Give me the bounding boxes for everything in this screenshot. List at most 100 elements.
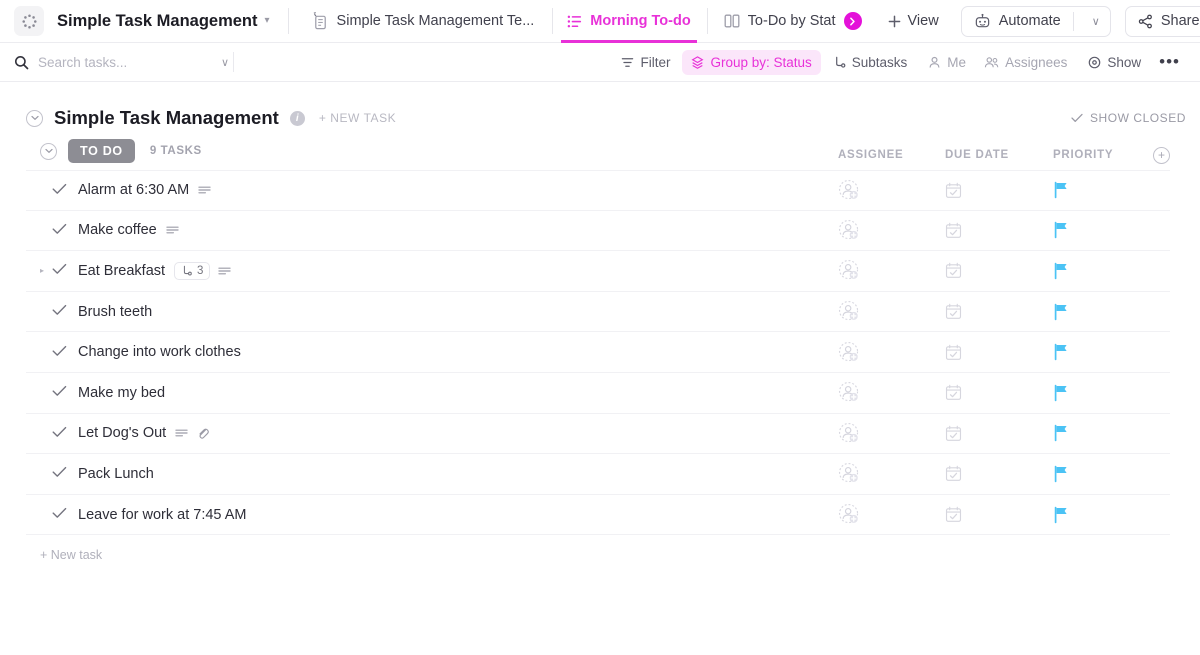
table-row[interactable]: Leave for work at 7:45 AM bbox=[26, 494, 1170, 536]
table-row[interactable]: Make my bed bbox=[26, 372, 1170, 414]
cell-due-date[interactable] bbox=[945, 425, 1053, 442]
new-task-button[interactable]: + NEW TASK bbox=[319, 111, 396, 125]
expand-subtasks-icon[interactable]: ▸ bbox=[40, 266, 52, 275]
check-icon bbox=[52, 386, 67, 397]
cell-priority[interactable] bbox=[1053, 424, 1153, 442]
board-view-icon bbox=[724, 14, 740, 28]
info-icon[interactable]: i bbox=[289, 110, 305, 126]
flag-icon bbox=[1054, 262, 1067, 280]
task-cells bbox=[838, 422, 1170, 445]
task-complete-checkbox[interactable] bbox=[52, 344, 78, 361]
task-name[interactable]: Make my bed bbox=[78, 385, 165, 401]
cell-assignee[interactable] bbox=[838, 300, 945, 323]
cell-due-date[interactable] bbox=[945, 262, 1053, 279]
task-name[interactable]: Let Dog's Out bbox=[78, 425, 166, 441]
table-row[interactable]: Let Dog's Out bbox=[26, 413, 1170, 455]
automate-caret-icon[interactable]: ∨ bbox=[1082, 15, 1110, 28]
tab-morning-to-do[interactable]: Morning To-do bbox=[557, 0, 700, 43]
page-title: Simple Task Management bbox=[54, 107, 279, 128]
cell-priority[interactable] bbox=[1053, 343, 1153, 361]
subtasks-button[interactable]: Subtasks bbox=[824, 50, 917, 75]
task-name[interactable]: Eat Breakfast bbox=[78, 263, 165, 279]
cell-priority[interactable] bbox=[1053, 384, 1153, 402]
show-button[interactable]: Show bbox=[1079, 50, 1150, 75]
task-complete-checkbox[interactable] bbox=[52, 222, 78, 239]
group-by-button[interactable]: Group by: Status bbox=[682, 49, 821, 75]
search-container[interactable]: ∨ bbox=[14, 54, 229, 70]
cell-assignee[interactable] bbox=[838, 462, 945, 485]
collapse-group-button[interactable] bbox=[40, 142, 57, 160]
task-complete-checkbox[interactable] bbox=[52, 506, 78, 523]
column-header-assignee[interactable]: ASSIGNEE bbox=[838, 149, 945, 161]
cell-priority[interactable] bbox=[1053, 303, 1153, 321]
task-name[interactable]: Change into work clothes bbox=[78, 344, 241, 360]
cell-due-date[interactable] bbox=[945, 465, 1053, 482]
cell-due-date[interactable] bbox=[945, 303, 1053, 320]
cell-priority[interactable] bbox=[1053, 181, 1153, 199]
add-assignee-icon bbox=[838, 179, 859, 199]
task-name[interactable]: Alarm at 6:30 AM bbox=[78, 182, 189, 198]
show-closed-button[interactable]: SHOW CLOSED bbox=[1071, 111, 1186, 125]
task-complete-checkbox[interactable] bbox=[52, 425, 78, 442]
collapse-list-button[interactable] bbox=[26, 109, 43, 127]
space-caret-icon[interactable]: ▾ bbox=[265, 16, 270, 26]
tab-label: Morning To-do bbox=[590, 13, 691, 29]
task-name[interactable]: Brush teeth bbox=[78, 304, 152, 320]
cell-assignee[interactable] bbox=[838, 341, 945, 364]
column-header-priority[interactable]: PRIORITY bbox=[1053, 149, 1153, 161]
space-title[interactable]: Simple Task Management bbox=[57, 12, 258, 31]
group-by-label: Group by: Status bbox=[710, 54, 812, 70]
add-column-button[interactable]: + bbox=[1153, 146, 1170, 164]
column-header-due-date[interactable]: DUE DATE bbox=[945, 149, 1053, 161]
cell-due-date[interactable] bbox=[945, 344, 1053, 361]
cell-priority[interactable] bbox=[1053, 506, 1153, 524]
filter-button[interactable]: Filter bbox=[612, 50, 679, 75]
task-complete-checkbox[interactable] bbox=[52, 303, 78, 320]
task-complete-checkbox[interactable] bbox=[52, 465, 78, 482]
task-name[interactable]: Pack Lunch bbox=[78, 466, 154, 482]
tab-overflow-badge[interactable] bbox=[843, 12, 862, 30]
cell-priority[interactable] bbox=[1053, 221, 1153, 239]
add-new-task-button[interactable]: + New task bbox=[26, 535, 1170, 562]
table-row[interactable]: Brush teeth bbox=[26, 291, 1170, 333]
table-row[interactable]: Make coffee bbox=[26, 210, 1170, 252]
workspace-logo[interactable] bbox=[14, 6, 44, 36]
subtask-count-badge[interactable]: 3 bbox=[174, 261, 211, 280]
cell-assignee[interactable] bbox=[838, 179, 945, 202]
task-complete-checkbox[interactable] bbox=[52, 182, 78, 199]
tab-simple-task-management-template[interactable]: Simple Task Management Te... bbox=[302, 0, 545, 43]
table-row[interactable]: Alarm at 6:30 AM bbox=[26, 170, 1170, 211]
cell-assignee[interactable] bbox=[838, 381, 945, 404]
cell-assignee[interactable] bbox=[838, 503, 945, 526]
task-name[interactable]: Leave for work at 7:45 AM bbox=[78, 507, 246, 523]
automate-button[interactable]: Automate ∨ bbox=[960, 5, 1111, 37]
cell-due-date[interactable] bbox=[945, 384, 1053, 401]
search-input[interactable] bbox=[38, 54, 188, 70]
more-options-button[interactable]: ••• bbox=[1153, 50, 1186, 75]
cell-due-date[interactable] bbox=[945, 506, 1053, 523]
task-name[interactable]: Make coffee bbox=[78, 222, 157, 238]
cell-priority[interactable] bbox=[1053, 262, 1153, 280]
cell-assignee[interactable] bbox=[838, 422, 945, 445]
cell-due-date[interactable] bbox=[945, 182, 1053, 199]
assignees-filter-button[interactable]: Assignees bbox=[975, 50, 1076, 75]
calendar-icon bbox=[945, 222, 962, 238]
table-row[interactable]: Change into work clothes bbox=[26, 332, 1170, 373]
task-meta-icons bbox=[198, 185, 211, 195]
search-caret-icon[interactable]: ∨ bbox=[221, 56, 229, 69]
cell-due-date[interactable] bbox=[945, 222, 1053, 239]
task-complete-checkbox[interactable] bbox=[52, 262, 78, 279]
automate-label: Automate bbox=[998, 13, 1061, 29]
me-filter-button[interactable]: Me bbox=[919, 50, 975, 75]
cell-assignee[interactable] bbox=[838, 259, 945, 282]
status-badge[interactable]: TO DO bbox=[68, 139, 135, 163]
cell-assignee[interactable] bbox=[838, 219, 945, 242]
tab-to-do-by-status[interactable]: To-Do by Stat bbox=[714, 0, 872, 43]
task-cells bbox=[838, 179, 1170, 202]
add-view-button[interactable]: View bbox=[878, 6, 949, 37]
cell-priority[interactable] bbox=[1053, 465, 1153, 483]
share-button[interactable]: Share bbox=[1124, 5, 1200, 37]
task-complete-checkbox[interactable] bbox=[52, 384, 78, 401]
table-row[interactable]: ▸ Eat Breakfast 3 bbox=[26, 251, 1170, 292]
table-row[interactable]: Pack Lunch bbox=[26, 454, 1170, 495]
